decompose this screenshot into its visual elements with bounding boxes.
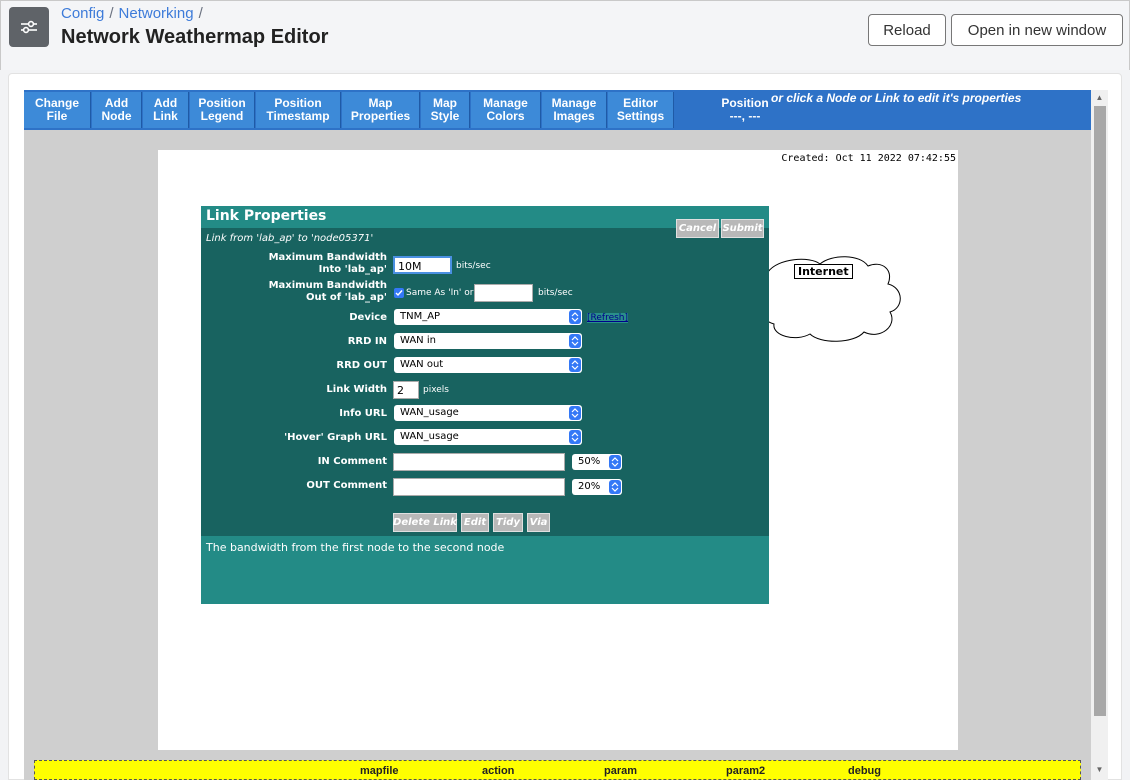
out-comment-position-select[interactable]: 20% [572, 479, 622, 495]
rrd-in-select-value: WAN in [400, 335, 436, 346]
toolbar-hint: or click a Node or Link to edit it's pro… [771, 91, 1022, 105]
breadcrumb-networking[interactable]: Networking [119, 5, 194, 22]
select-caret-icon [609, 480, 621, 494]
scroll-down-icon[interactable]: ▼ [1091, 764, 1108, 776]
reload-button[interactable]: Reload [868, 14, 946, 46]
device-label: Device [349, 312, 387, 323]
out-comment-input[interactable] [393, 478, 565, 496]
out-comment-position-value: 20% [578, 481, 601, 492]
dialog-subtitle: Link from 'lab_ap' to 'node05371' [206, 233, 374, 244]
breadcrumb-config[interactable]: Config [61, 5, 104, 22]
debug-col-debug: debug [848, 765, 881, 777]
checkmark-icon [395, 290, 403, 297]
breadcrumb-separator: / [198, 5, 203, 22]
edit-button[interactable]: Edit [461, 513, 489, 532]
select-caret-icon [569, 406, 581, 420]
in-comment-label: IN Comment [317, 456, 387, 467]
in-comment-input[interactable] [393, 453, 565, 471]
page-title: Network Weathermap Editor [61, 26, 329, 48]
select-caret-icon [569, 358, 581, 372]
submit-button[interactable]: Submit [721, 219, 764, 238]
out-comment-label: OUT Comment [306, 480, 387, 491]
in-comment-position-select[interactable]: 50% [572, 454, 622, 470]
select-caret-icon [569, 310, 581, 324]
device-select-value: TNM_AP [400, 311, 441, 322]
editor-toolbar: Change File Add Node Add Link Position L… [24, 90, 1091, 130]
link-properties-dialog: Link Properties Link from 'lab_ap' to 'n… [201, 206, 769, 604]
rrd-out-select-value: WAN out [400, 359, 444, 370]
debug-strip: mapfile action param param2 debug [34, 760, 1081, 780]
manage-colors-button[interactable]: Manage Colors [471, 92, 541, 128]
add-link-button[interactable]: Add Link [143, 92, 189, 128]
hover-graph-url-label: 'Hover' Graph URL [284, 432, 387, 443]
breadcrumb: Config / Networking / [61, 5, 208, 22]
max-bandwidth-out-input[interactable] [474, 284, 533, 302]
select-caret-icon [569, 334, 581, 348]
cancel-button[interactable]: Cancel [676, 219, 719, 238]
position-timestamp-button[interactable]: Position Timestamp [256, 92, 341, 128]
delete-link-button[interactable]: Delete Link [393, 513, 457, 532]
sliders-icon [21, 20, 37, 34]
editor-settings-button[interactable]: Editor Settings [608, 92, 674, 128]
info-url-select[interactable]: WAN_usage [394, 405, 582, 421]
debug-col-mapfile: mapfile [360, 765, 399, 777]
page-header: Config / Networking / Network Weathermap Ed… [0, 0, 1130, 70]
select-caret-icon [609, 455, 621, 469]
open-new-window-button[interactable]: Open in new window [951, 14, 1123, 46]
help-text: The bandwidth from the first node to the… [201, 536, 769, 604]
info-url-select-value: WAN_usage [400, 407, 459, 418]
hover-graph-url-select[interactable]: WAN_usage [394, 429, 582, 445]
bits-per-sec-label: bits/sec [538, 288, 573, 298]
position-legend-button[interactable]: Position Legend [190, 92, 255, 128]
rrd-in-label: RRD IN [347, 336, 387, 347]
hover-graph-url-select-value: WAN_usage [400, 431, 459, 442]
internet-node-label[interactable]: Internet [794, 264, 853, 279]
max-bandwidth-out-label: Maximum Bandwidth Out of 'lab_ap' [268, 280, 387, 303]
debug-col-param: param [604, 765, 638, 777]
created-timestamp: Created: Oct 11 2022 07:42:55 [781, 153, 956, 164]
in-comment-position-value: 50% [578, 456, 601, 467]
rrd-out-label: RRD OUT [336, 360, 387, 371]
pixels-label: pixels [423, 385, 449, 395]
breadcrumb-separator: / [109, 5, 114, 22]
refresh-link[interactable]: [Refresh] [587, 313, 629, 323]
link-width-input[interactable]: 2 [393, 381, 419, 399]
map-style-button[interactable]: Map Style [421, 92, 470, 128]
tidy-button[interactable]: Tidy [493, 513, 523, 532]
rrd-in-select[interactable]: WAN in [394, 333, 582, 349]
bits-per-sec-label: bits/sec [456, 261, 491, 271]
device-select[interactable]: TNM_AP [394, 309, 582, 325]
manage-images-button[interactable]: Manage Images [542, 92, 607, 128]
debug-col-param2: param2 [726, 765, 766, 777]
position-value: ---, --- [729, 109, 761, 123]
max-bandwidth-in-input[interactable]: 10M [393, 256, 452, 274]
select-caret-icon [569, 430, 581, 444]
link-width-label: Link Width [326, 384, 387, 395]
same-as-in-checkbox[interactable] [394, 288, 404, 298]
scroll-up-icon[interactable]: ▲ [1091, 92, 1108, 104]
same-as-in-label: Same As 'In' or [406, 288, 474, 298]
add-node-button[interactable]: Add Node [92, 92, 142, 128]
info-url-label: Info URL [339, 408, 387, 419]
scrollbar-thumb[interactable] [1094, 106, 1106, 716]
debug-col-action: action [482, 765, 515, 777]
rrd-out-select[interactable]: WAN out [394, 357, 582, 373]
max-bandwidth-in-label: Maximum Bandwidth Into 'lab_ap' [268, 252, 387, 275]
via-button[interactable]: Via [527, 513, 550, 532]
vertical-scrollbar[interactable]: ▲ ▼ [1091, 90, 1108, 780]
settings-sliders-button[interactable] [9, 7, 49, 47]
map-properties-button[interactable]: Map Properties [342, 92, 420, 128]
change-file-button[interactable]: Change File [24, 92, 91, 128]
